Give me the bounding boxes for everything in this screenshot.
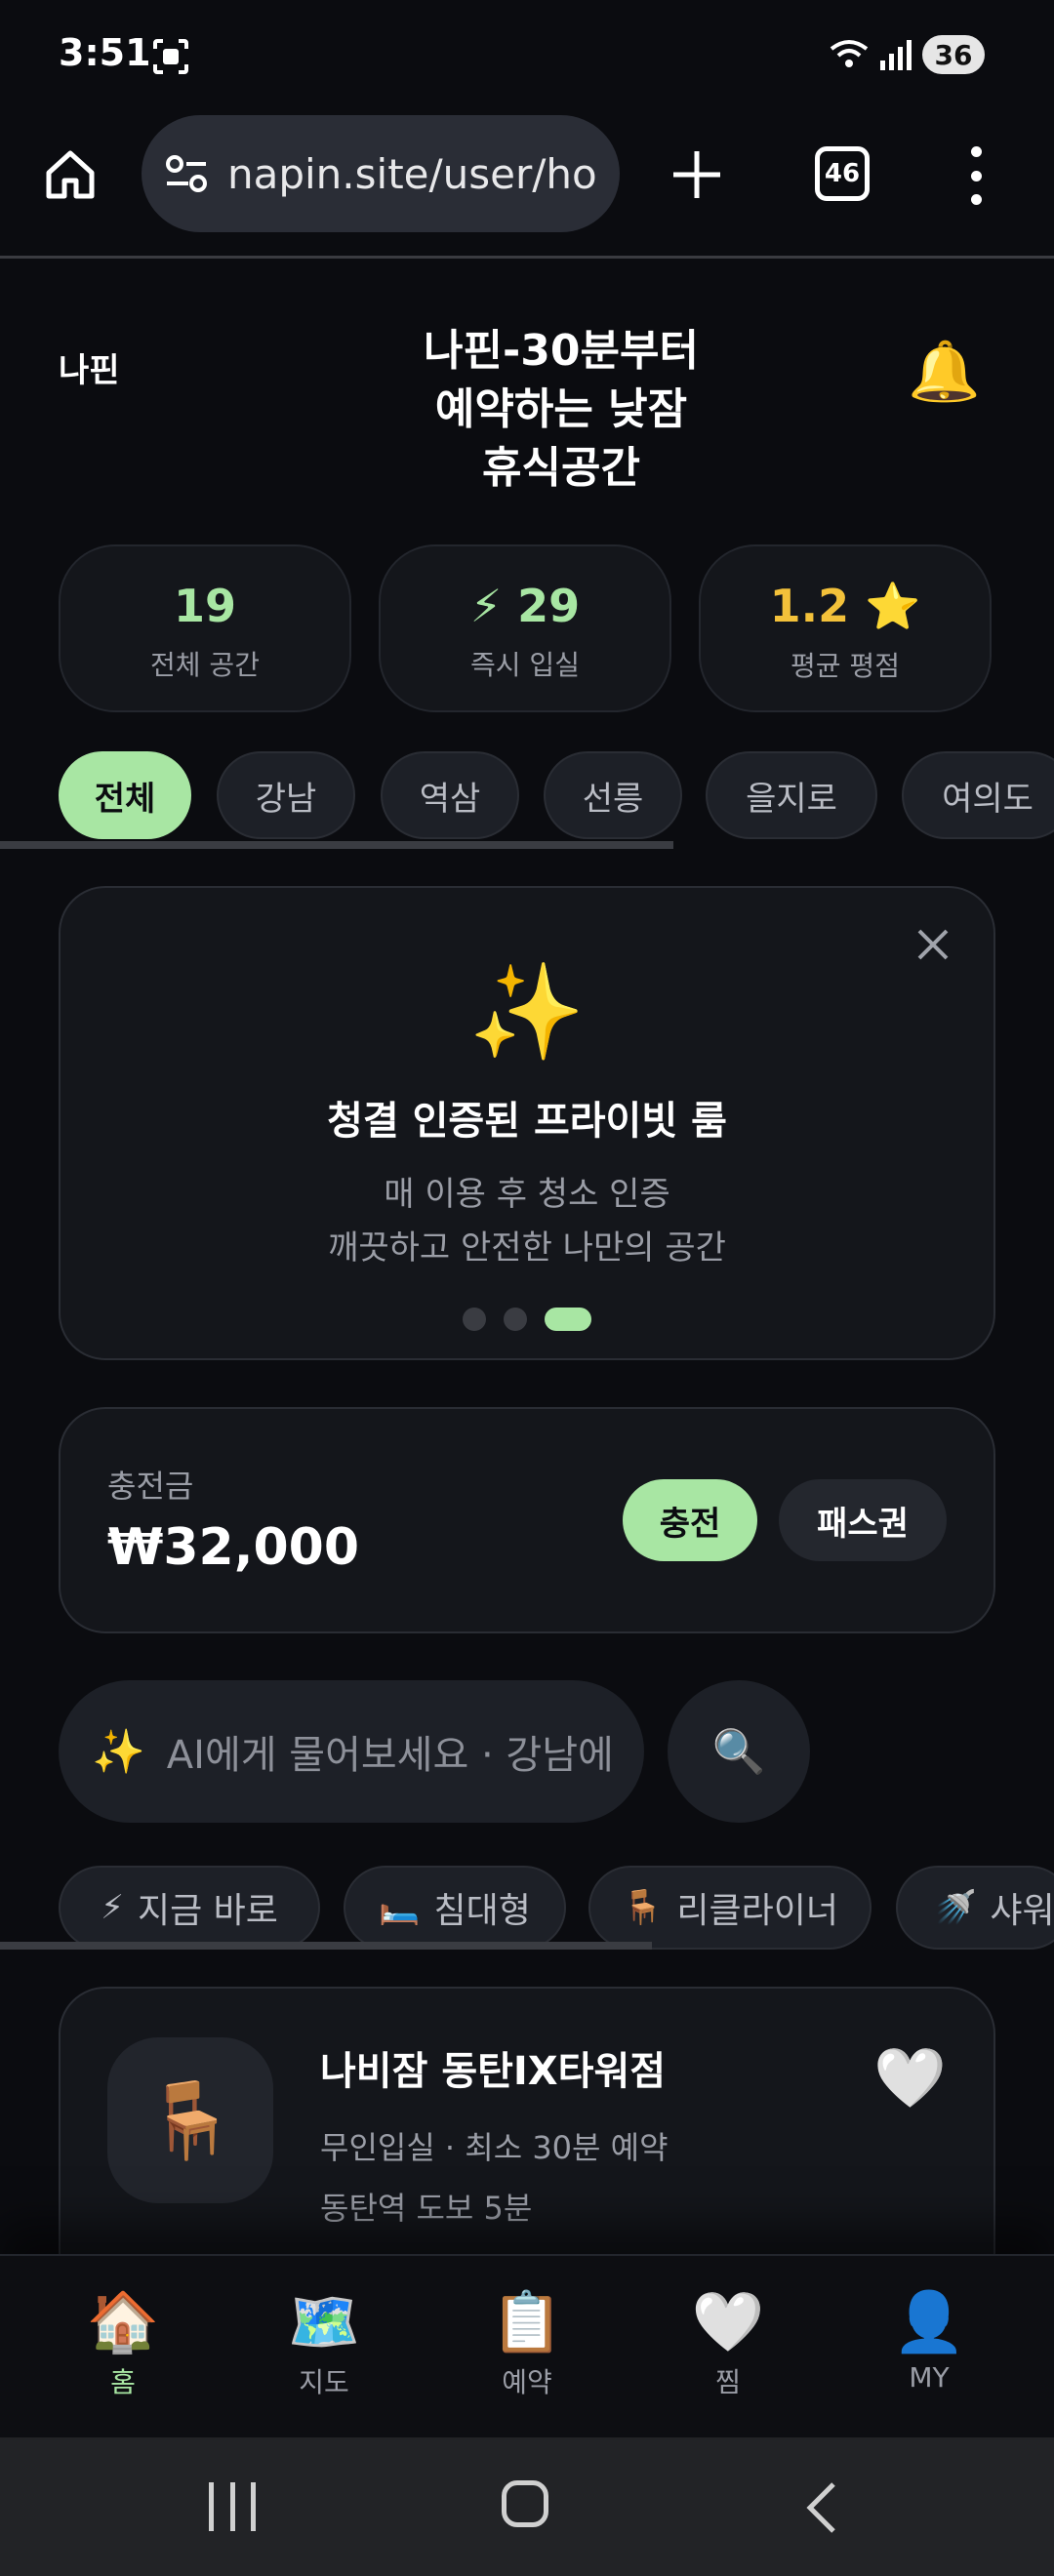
stat-total-spaces: 19 전체 공간 [59,544,351,712]
heart-icon: 🤍 [691,2288,765,2356]
close-icon[interactable] [913,925,953,964]
banner-description: 깨끗하고 안전한 나만의 공간 [328,1228,726,1268]
recent-apps-button[interactable] [209,2482,256,2531]
search-button[interactable]: 🔍 [668,1680,810,1823]
chair-icon: 🪑 [107,2037,273,2203]
url-bar[interactable]: napin.site/user/ho [142,115,620,232]
heart-icon[interactable]: 🤍 [873,2043,947,2113]
url-text: napin.site/user/ho [227,149,597,198]
ai-search-placeholder: AI에게 물어보세요 · 강남에 [166,1733,614,1778]
user-icon: 👤 [892,2288,966,2356]
filter-chip-shower[interactable]: 🚿 샤워실 [896,1866,1054,1950]
tab-switcher-button[interactable]: 46 [815,146,870,201]
bell-icon[interactable]: 🔔 [908,337,981,406]
charge-button[interactable]: 충전 [623,1479,757,1561]
site-settings-icon [166,155,207,192]
house-icon: 🏠 [86,2288,160,2356]
region-chip-all[interactable]: 전체 [59,751,191,839]
shower-icon: 🚿 [935,1888,977,1927]
stat-average-rating: 1.2 ⭐ 평균 평점 [699,544,992,712]
plus-icon [673,151,720,198]
screenshot-icon [151,37,190,76]
back-icon [806,2482,835,2533]
brand-logo[interactable]: 나핀 [59,343,120,391]
carousel-dots [61,1308,993,1331]
lightning-icon: ⚡ [101,1888,124,1927]
system-home-button[interactable] [502,2480,548,2527]
carousel-dot[interactable] [504,1308,527,1331]
signal-icons [830,37,912,76]
listing-card[interactable]: 🪑 나비잠 동탄IX타워점 무인입실 · 최소 30분 예약 동탄역 도보 5분… [59,1987,995,2299]
browser-home-button[interactable] [37,141,103,208]
pass-button[interactable]: 패스권 [779,1479,947,1561]
clipboard-icon: 📋 [490,2288,564,2356]
filter-chip-recliner[interactable]: 🪑 리클라이너 [588,1866,872,1950]
page-title: 나핀-30분부터 예약하는 낮잠 휴식공간 [424,326,699,493]
region-chip-euljiro[interactable]: 을지로 [706,751,877,839]
balance-amount: ₩32,000 [107,1518,360,1577]
carousel-dot[interactable] [463,1308,486,1331]
region-chip-yeouido[interactable]: 여의도 [902,751,1054,839]
filter-chip-bed[interactable]: 🛏️ 침대형 [344,1866,566,1950]
bed-icon: 🛏️ [379,1888,421,1927]
nav-my[interactable]: 👤 MY [831,2287,1027,2394]
search-icon: 🔍 [711,1727,766,1777]
nav-home[interactable]: 🏠 홈 [25,2287,221,2400]
listing-meta: 무인입실 · 최소 30분 예약 [320,2129,669,2166]
nav-favorites[interactable]: 🤍 찜 [630,2287,826,2400]
battery-indicator: 36 [922,35,985,74]
region-chip-seolleung[interactable]: 선릉 [544,751,682,839]
balance-card: 충전금 ₩32,000 충전 패스권 [59,1407,995,1633]
carousel-dot-active[interactable] [545,1308,591,1331]
sparkle-icon: ✨ [468,957,586,1067]
filter-chip-now[interactable]: ⚡ 지금 바로 [59,1866,320,1950]
back-button[interactable] [802,2480,841,2539]
chair-icon: 🪑 [622,1888,664,1927]
region-chip-gangnam[interactable]: 강남 [217,751,355,839]
listing-location: 동탄역 도보 5분 [320,2190,533,2227]
region-scroll-indicator [0,841,673,849]
map-icon: 🗺️ [287,2288,361,2356]
stat-instant-entry: ⚡ 29 즉시 입실 [379,544,671,712]
new-tab-button[interactable] [664,141,730,208]
nav-map[interactable]: 🗺️ 지도 [226,2287,422,2400]
sparkle-icon: ✨ [92,1727,145,1777]
filter-scroll-indicator [0,1942,652,1950]
region-chip-yeoksam[interactable]: 역삼 [381,751,519,839]
banner-title: 청결 인증된 프라이빗 룸 [327,1099,727,1144]
home-icon [46,150,95,199]
browser-menu-button[interactable] [961,146,991,205]
listing-name: 나비잠 동탄IX타워점 [320,2049,667,2094]
balance-label: 충전금 [107,1468,194,1505]
ai-search-input[interactable]: ✨ AI에게 물어보세요 · 강남에 [59,1680,644,1823]
banner-description: 매 이용 후 청소 인증 [384,1175,670,1214]
promo-banner[interactable]: ✨ 청결 인증된 프라이빗 룸 매 이용 후 청소 인증 깨끗하고 안전한 나만… [59,886,995,1360]
status-time: 3:51 [59,31,151,74]
nav-reservations[interactable]: 📋 예약 [429,2287,625,2400]
